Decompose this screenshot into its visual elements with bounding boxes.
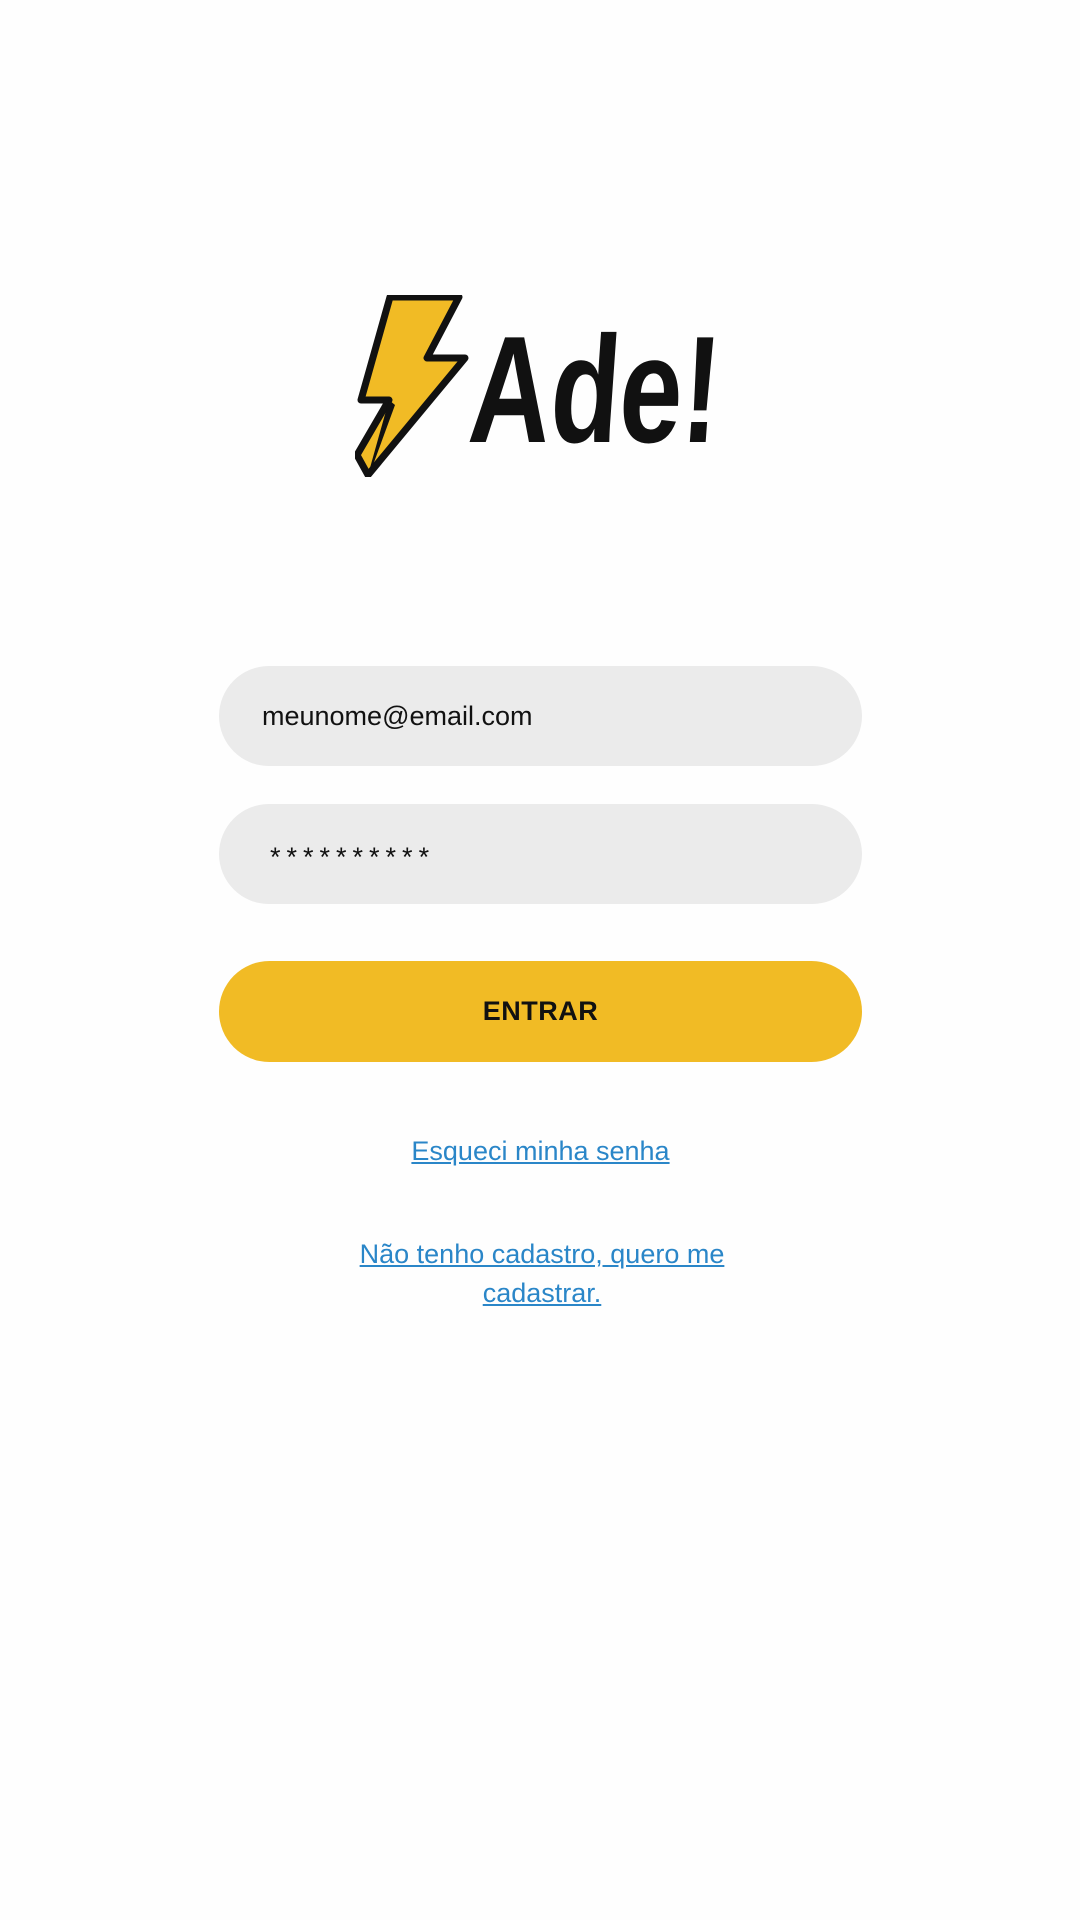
email-input[interactable]	[262, 666, 862, 766]
register-link[interactable]: Não tenho cadastro, quero me cadastrar.	[360, 1239, 725, 1308]
password-field[interactable]: **********	[219, 804, 862, 904]
login-button[interactable]: ENTRAR	[219, 961, 862, 1062]
password-input[interactable]: **********	[262, 836, 435, 873]
app-logo: Ade!	[355, 295, 735, 477]
forgot-password-link[interactable]: Esqueci minha senha	[219, 1131, 862, 1171]
logo-text: Ade!	[464, 305, 726, 475]
lightning-bolt-icon: Ade!	[355, 295, 726, 477]
register-link-container: Não tenho cadastro, quero me cadastrar.	[340, 1235, 744, 1313]
email-field[interactable]	[219, 666, 862, 766]
